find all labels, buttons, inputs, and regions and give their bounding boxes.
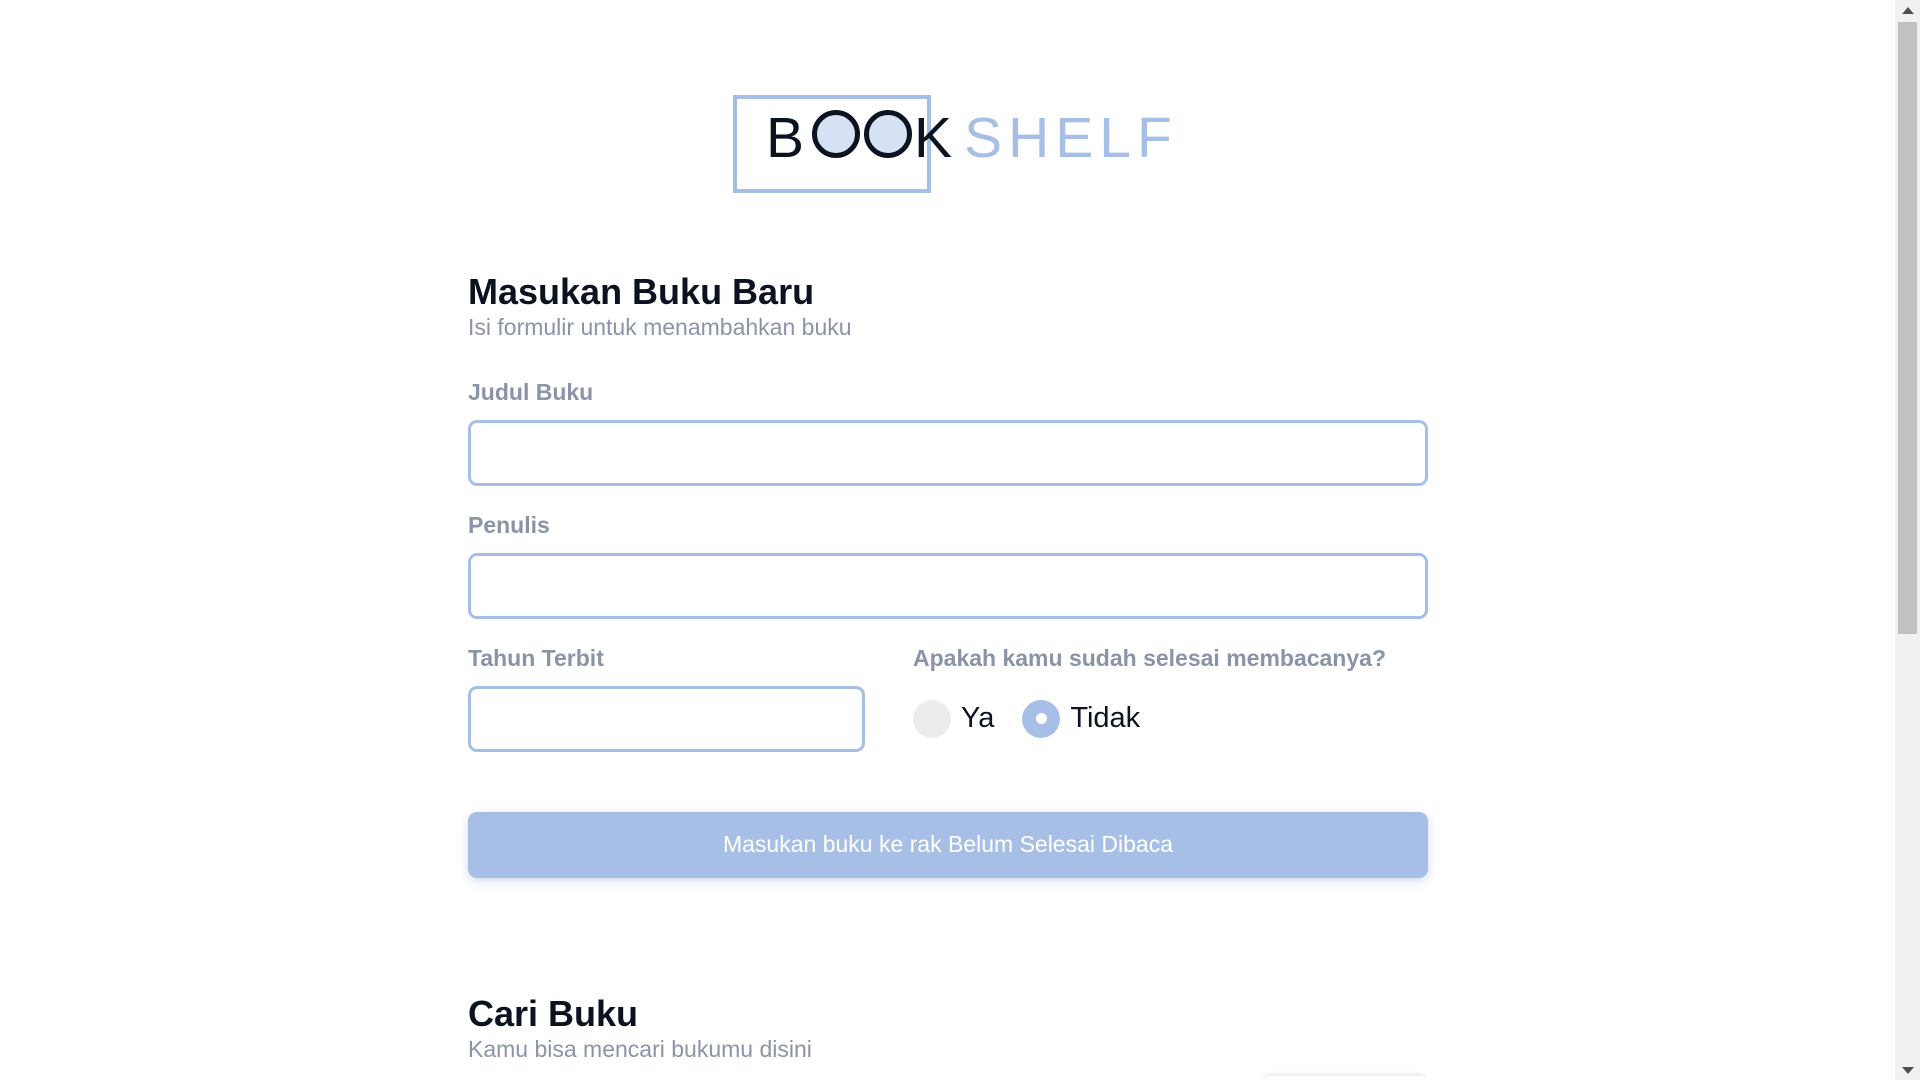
add-book-section: Masukan Buku Baru Isi formulir untuk men… <box>468 272 1428 878</box>
year-field-label: Tahun Terbit <box>468 644 604 671</box>
logo-letter-k: K <box>914 106 959 170</box>
bookshelf-logo: B K SHELF <box>733 95 1193 195</box>
submit-book-button[interactable]: Masukan buku ke rak Belum Selesai Dibaca <box>468 811 1428 878</box>
radio-option-ya[interactable]: Ya <box>913 699 994 738</box>
year-and-status-row: Tahun Terbit Apakah kamu sudah selesai m… <box>468 645 1428 752</box>
scroll-down-arrow-icon[interactable] <box>1895 1060 1920 1080</box>
page-viewport: B K SHELF Masukan Buku Baru Isi formulir u… <box>0 0 1895 1080</box>
logo-shelf-text: SHELF <box>964 106 1178 170</box>
author-input[interactable] <box>468 552 1428 619</box>
radio-ya-label[interactable]: Ya <box>961 702 994 735</box>
title-field-group: Judul Buku <box>468 379 1428 486</box>
logo-wordmark: B K SHELF <box>766 109 1178 167</box>
scroll-up-arrow-icon[interactable] <box>1895 0 1920 20</box>
add-book-title: Masukan Buku Baru <box>468 271 815 312</box>
radio-option-tidak[interactable]: Tidak <box>1022 699 1140 738</box>
logo-o-circle-icon <box>812 110 861 158</box>
radio-tidak-label[interactable]: Tidak <box>1070 702 1140 735</box>
search-section: Cari Buku Kamu bisa mencari bukumu disin… <box>468 994 1428 1063</box>
search-title: Cari Buku <box>468 993 639 1034</box>
author-field-label: Penulis <box>468 511 550 538</box>
finished-reading-group: Apakah kamu sudah selesai membacanya? Ya… <box>913 645 1428 752</box>
finished-radio-group: Ya Tidak <box>913 686 1428 752</box>
logo-letter-b: B <box>766 106 811 170</box>
logo-o-circle-icon <box>864 110 913 158</box>
book-title-input[interactable] <box>468 419 1428 486</box>
title-field-label: Judul Buku <box>468 378 594 405</box>
radio-ya-circle[interactable] <box>913 699 951 738</box>
logo-book-text: BK <box>766 106 958 170</box>
finished-question-label: Apakah kamu sudah selesai membacanya? <box>913 644 1386 671</box>
search-subtitle: Kamu bisa mencari bukumu disini <box>468 1035 812 1062</box>
year-input[interactable] <box>468 685 865 752</box>
radio-tidak-circle[interactable] <box>1022 699 1061 738</box>
vertical-scrollbar[interactable] <box>1895 0 1920 1080</box>
submit-wrapper: Masukan buku ke rak Belum Selesai Dibaca <box>468 811 1428 878</box>
scrollbar-thumb[interactable] <box>1898 22 1917 634</box>
year-field-group: Tahun Terbit <box>468 645 865 752</box>
author-field-group: Penulis <box>468 512 1428 619</box>
search-button-edge <box>1265 1076 1425 1080</box>
add-book-subtitle: Isi formulir untuk menambahkan buku <box>468 313 852 340</box>
